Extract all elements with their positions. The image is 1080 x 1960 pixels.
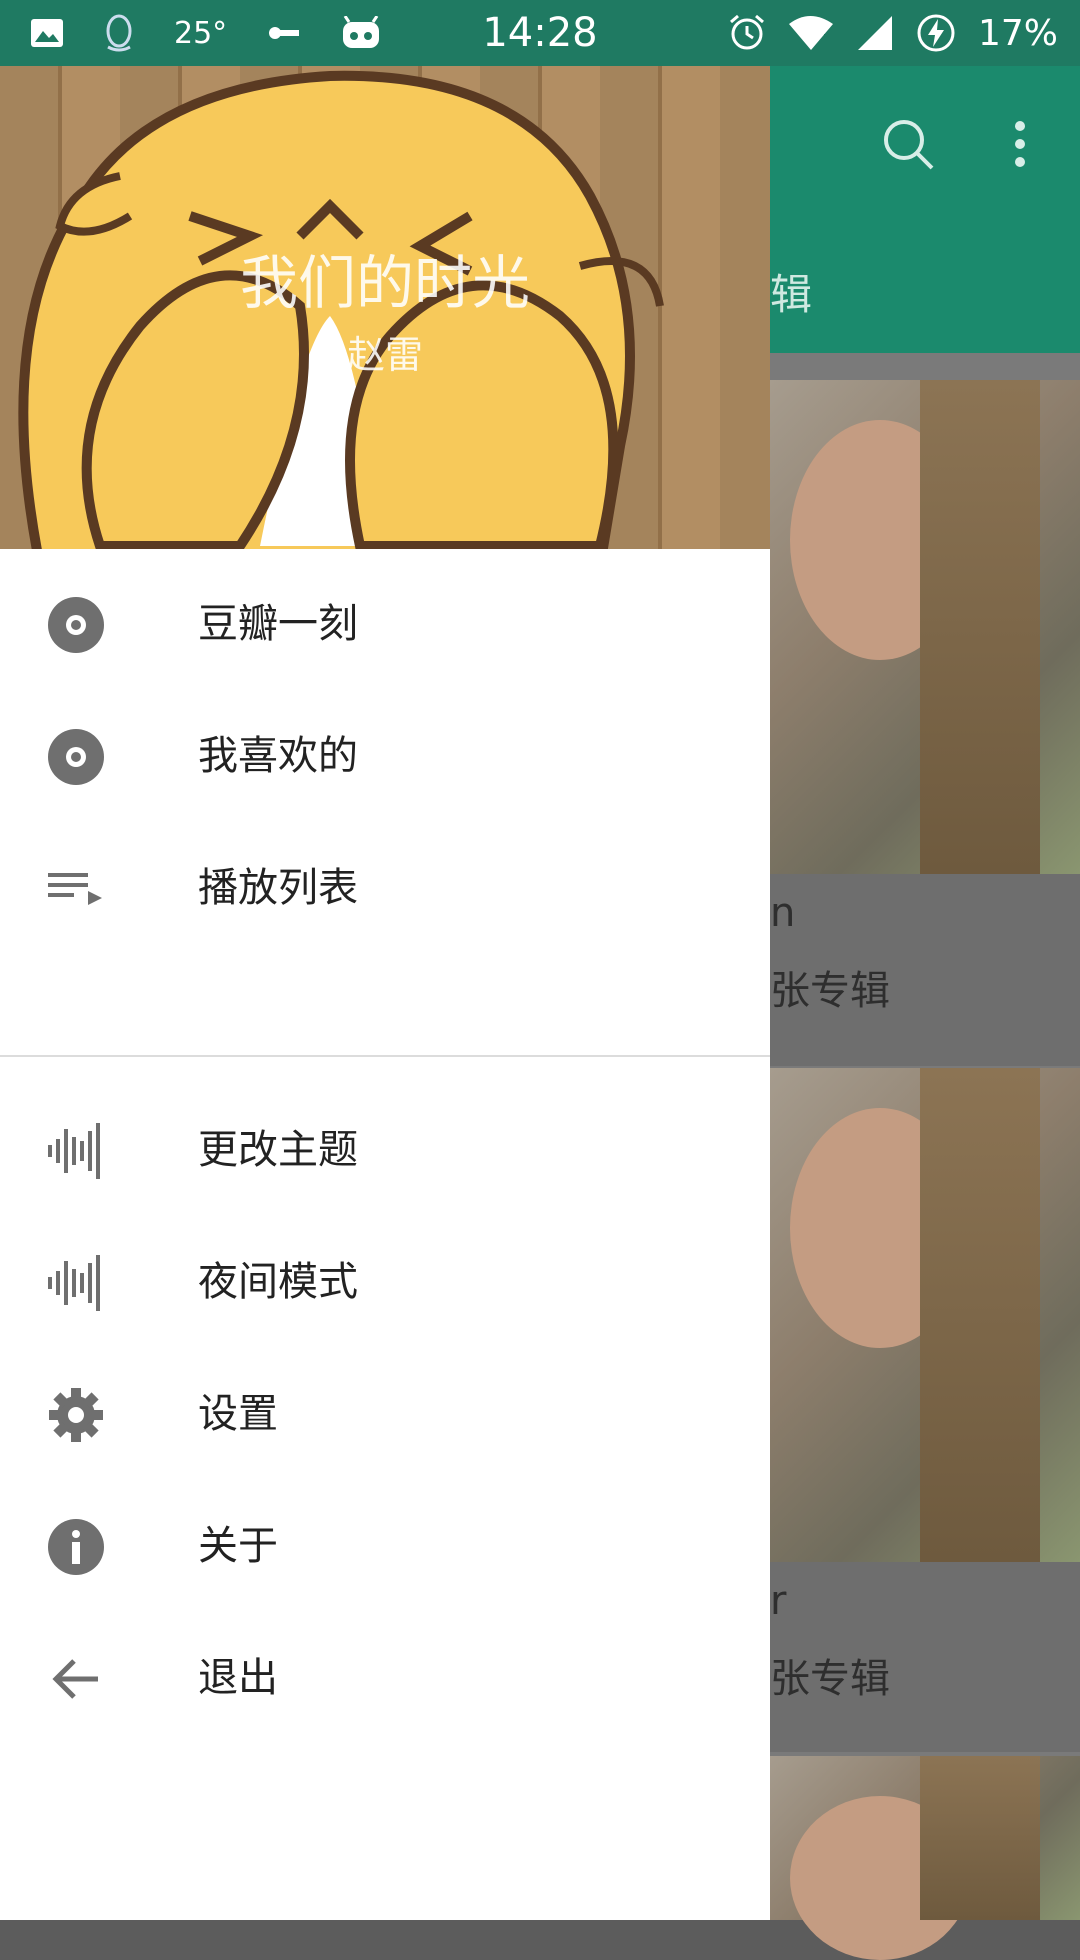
tab-label-partial[interactable]: 辑: [770, 261, 812, 322]
search-icon[interactable]: [880, 116, 940, 176]
menu-item-about[interactable]: 关于: [0, 1491, 770, 1601]
wifi-icon: [788, 16, 833, 50]
signal-icon: [857, 16, 892, 50]
battery-percent: 17%: [977, 12, 1058, 54]
menu-item-label: 豆瓣一刻: [198, 601, 358, 647]
menu-item-label: 播放列表: [198, 865, 358, 911]
album-card[interactable]: [770, 1756, 1080, 1960]
album-title-partial: n: [770, 890, 796, 936]
navigation-drawer: 我们的时光 赵雷 豆瓣一刻 我喜欢的 播放列表 更改主题 夜间模式 设置 关于 …: [0, 66, 770, 1920]
disc-icon: [48, 729, 104, 785]
menu-item-playlist[interactable]: 播放列表: [0, 833, 770, 943]
menu-item-label: 关于: [198, 1523, 278, 1569]
menu-item-label: 设置: [198, 1391, 278, 1437]
drawer-header: 我们的时光 赵雷: [0, 66, 770, 549]
album-cover-image: [770, 380, 1080, 874]
menu-item-change-theme[interactable]: 更改主题: [0, 1095, 770, 1205]
album-cover-image: [770, 1068, 1080, 1562]
album-count: 张专辑: [770, 1656, 890, 1702]
playlist-icon: [48, 873, 102, 905]
playlist-title: 我们的时光: [239, 249, 530, 317]
menu-item-settings[interactable]: 设置: [0, 1359, 770, 1469]
menu-item-label: 退出: [198, 1655, 278, 1701]
menu-item-night-mode[interactable]: 夜间模式: [0, 1227, 770, 1337]
alarm-icon: [730, 14, 764, 50]
status-bar: 25° 14:28 17%: [0, 0, 1080, 66]
menu-divider: [0, 1055, 770, 1057]
album-title-partial: r: [770, 1578, 787, 1624]
gear-icon: [49, 1388, 103, 1442]
waveform-icon: [48, 1123, 100, 1179]
battery-charging-icon: [917, 14, 955, 52]
menu-item-label: 我喜欢的: [198, 733, 358, 779]
album-count: 张专辑: [770, 968, 890, 1014]
more-vert-icon[interactable]: [1005, 116, 1035, 176]
back-arrow-icon: [52, 1659, 98, 1699]
album-cover-image: [770, 1756, 1080, 1960]
waveform-icon: [48, 1255, 100, 1311]
menu-item-favorites[interactable]: 我喜欢的: [0, 701, 770, 811]
info-icon: [48, 1519, 104, 1575]
menu-item-label: 更改主题: [198, 1127, 358, 1173]
menu-item-label: 夜间模式: [198, 1259, 358, 1305]
menu-item-douban-moment[interactable]: 豆瓣一刻: [0, 569, 770, 679]
artist-name: 赵雷: [346, 333, 423, 377]
disc-icon: [48, 597, 104, 653]
menu-item-exit[interactable]: 退出: [0, 1623, 770, 1733]
album-card[interactable]: r 张专辑: [770, 1068, 1080, 1752]
album-card[interactable]: n 张专辑: [770, 380, 1080, 1066]
